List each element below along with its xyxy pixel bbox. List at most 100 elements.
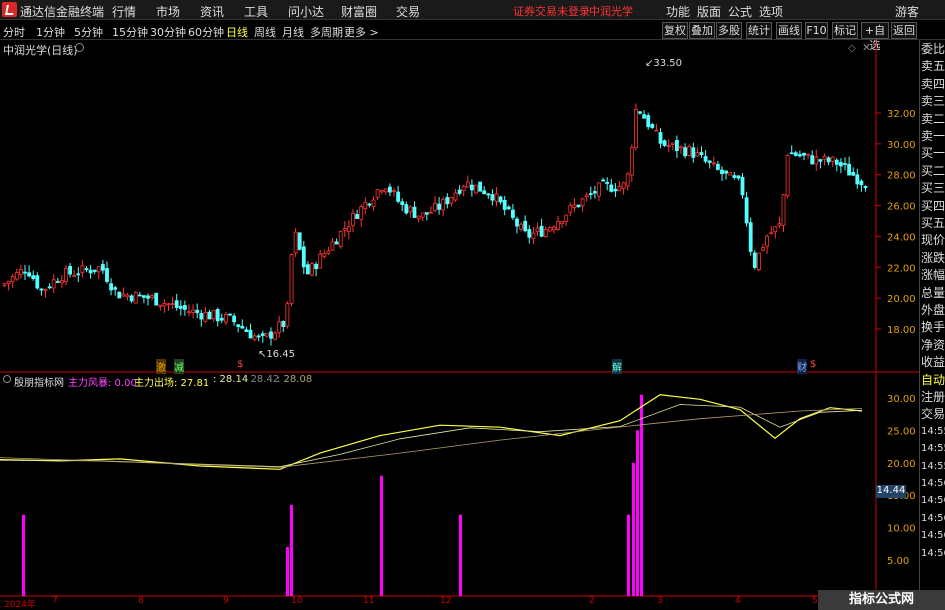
candle (527, 229, 532, 238)
candle (670, 142, 675, 145)
side-panel-item: 卖二 (921, 111, 945, 126)
side-panel-item: 14:56 (921, 478, 945, 489)
overlay-button[interactable]: 叠加 (689, 22, 715, 39)
candle (859, 180, 864, 186)
date-label-11: 11 (363, 596, 375, 606)
high-price-label: ↙33.50 (645, 58, 683, 69)
period-1min[interactable]: 1分钟 (36, 24, 65, 40)
candle (634, 109, 638, 148)
menu-wealth[interactable]: 财富圈 (341, 3, 377, 20)
side-panel-item: 外盘 (921, 303, 945, 317)
draw-line-button[interactable]: 画线 (776, 22, 802, 39)
menu-function[interactable]: 功能 (666, 3, 690, 20)
period-more[interactable]: 更多 > (344, 24, 379, 40)
candle (359, 206, 364, 220)
statistics-button[interactable]: 统计 (746, 22, 772, 39)
current-stock: 中润光学 (589, 5, 633, 18)
candle (748, 222, 753, 252)
candle (793, 152, 798, 156)
candle (609, 184, 614, 192)
back-button[interactable]: 返回 (891, 22, 917, 39)
period-30min[interactable]: 30分钟 (150, 24, 186, 40)
candle (539, 225, 544, 237)
candle (601, 179, 605, 182)
period-60min[interactable]: 60分钟 (188, 24, 224, 40)
volume-bars (22, 394, 643, 596)
marker-finance[interactable]: 财 (797, 359, 807, 374)
side-panel-item: 卖一 (921, 129, 945, 143)
marker-s-icon[interactable]: $ (237, 359, 243, 370)
side-panel-item[interactable]: 自动 (921, 371, 945, 389)
f10-button[interactable]: F10 (805, 22, 828, 39)
period-timeshare[interactable]: 分时 (3, 24, 25, 40)
marker-reduce[interactable]: 减 (174, 359, 184, 374)
period-daily[interactable]: 日线 (226, 24, 248, 40)
indicator-v3: : 28.42 (244, 374, 280, 385)
candle (125, 294, 130, 298)
marker-unlock[interactable]: 解 (612, 359, 622, 374)
period-monthly[interactable]: 月线 (282, 24, 304, 40)
candle (191, 309, 196, 313)
indicator-line-yellow (0, 394, 863, 470)
indicator-name[interactable]: 殷朋指标网 (14, 374, 64, 389)
period-5min[interactable]: 5分钟 (74, 24, 103, 40)
indicator-axis: 30.0025.0020.0015.0010.005.00 (887, 394, 916, 567)
candle (84, 268, 89, 271)
kline-chart[interactable]: 32.00 30.00 28.00 26.00 24.00 22.00 20.00 18.00… (0, 40, 919, 609)
menu-news[interactable]: 资讯 (200, 3, 224, 20)
candle (387, 186, 392, 193)
low-price-value: 16.45 (266, 349, 296, 360)
candle (133, 292, 138, 304)
price-tick-label: 18.00 (887, 325, 916, 336)
menu-tools[interactable]: 工具 (244, 3, 268, 20)
side-panel-item: 买三 (921, 181, 945, 196)
price-tick-label: 32.00 (887, 109, 916, 120)
login-alert[interactable]: 证券交易未登录 (513, 3, 590, 19)
menu-formula[interactable]: 公式 (728, 3, 752, 20)
candle (379, 190, 384, 193)
add-watchlist-button[interactable]: +自选 (861, 22, 889, 52)
candle (392, 190, 396, 192)
candle (814, 156, 819, 165)
indicator-tick-label: 5.00 (887, 556, 909, 567)
candle (826, 157, 831, 163)
menu-trade[interactable]: 交易 (396, 3, 420, 20)
menu-market-quotes[interactable]: 行情 (112, 3, 136, 20)
side-panel-item[interactable]: 交易 (921, 405, 945, 423)
candle (88, 269, 93, 274)
side-panel-item[interactable]: 注册 (921, 388, 945, 406)
side-panel-item: 总量 (921, 285, 945, 300)
candle (129, 295, 134, 302)
multi-stock-button[interactable]: 多股 (716, 22, 742, 39)
menu-market[interactable]: 市场 (156, 3, 180, 20)
menu-ask[interactable]: 问小达 (288, 3, 324, 20)
candle (416, 215, 421, 220)
candle (404, 204, 409, 214)
candle (400, 201, 405, 205)
period-multi[interactable]: 多周期 (310, 24, 343, 40)
period-15min[interactable]: 15分钟 (112, 24, 148, 40)
candle (367, 203, 372, 206)
adjust-button[interactable]: 复权 (662, 22, 688, 39)
price-tick-label: 26.00 (887, 202, 916, 213)
candle (834, 159, 839, 165)
menu-layout[interactable]: 版面 (697, 3, 721, 20)
side-panel-item: 14:56 (921, 495, 945, 507)
candle (535, 227, 540, 232)
menu-options[interactable]: 选项 (759, 3, 783, 20)
marker-s2-icon[interactable]: $ (810, 359, 816, 370)
marker-incentive[interactable]: 激 (156, 359, 166, 374)
mark-button[interactable]: 标记 (832, 22, 858, 39)
indicator-bar (380, 475, 383, 596)
indicator-tick-label: 30.00 (887, 394, 916, 405)
indicator-menu-icon[interactable] (3, 375, 11, 383)
guest-label[interactable]: 游客 (895, 3, 919, 20)
candle (154, 292, 159, 306)
candle (72, 275, 77, 277)
candle (687, 146, 692, 156)
candle (769, 232, 774, 235)
side-panel-item: 14:56 (921, 530, 945, 542)
side-panel-item: 14:55 (921, 443, 945, 455)
candle (572, 204, 577, 209)
period-weekly[interactable]: 周线 (254, 24, 276, 40)
